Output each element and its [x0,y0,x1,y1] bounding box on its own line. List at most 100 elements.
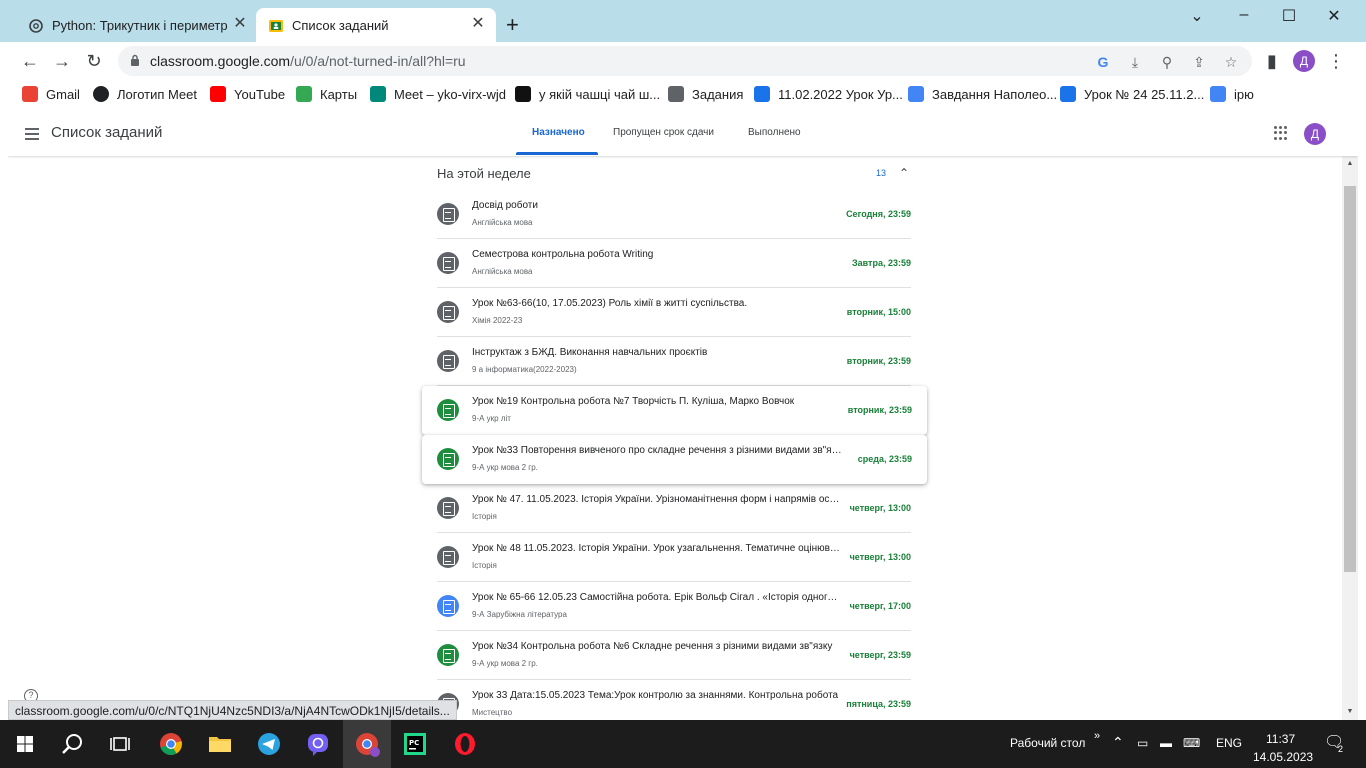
assignment-due-date: среда, 23:59 [857,454,912,464]
page-scrollbar[interactable]: ▲ ▼ [1342,156,1358,720]
link-status-bar: classroom.google.com/u/0/c/NTQ1NjU4Nzc5N… [8,700,457,720]
clock-time[interactable]: 11:37 [1266,732,1295,746]
assignment-icon [437,497,459,519]
section-title: На этой неделе [437,166,531,181]
new-tab-button[interactable]: + [506,14,519,36]
assignment-icon [437,203,459,225]
assignment-course: Мистецтво [472,708,513,717]
section-this-week[interactable]: На этой неделе 13 ⌃ [437,166,911,186]
bookmark-meet-logo[interactable]: Логотип Meet [93,85,197,103]
bookmarks-bar: Gmail Логотип Meet YouTube Карты Meet – … [0,80,1366,108]
assignment-title: Урок № 47. 11.05.2023. Історія України. … [472,494,842,505]
bookmark-youtube[interactable]: YouTube [210,85,285,103]
scroll-up-icon[interactable]: ▲ [1345,160,1355,167]
menu-kebab-icon[interactable]: ⋮ [1325,50,1347,72]
tray-overflow-icon[interactable]: ⌃ [1112,734,1124,751]
windows-start-icon[interactable] [11,730,39,758]
assignment-course: Англійська мова [472,218,533,227]
chevron-up-icon[interactable]: ⌃ [899,166,909,180]
assignment-course: 9-А Зарубіжна література [472,610,567,619]
viber-icon[interactable] [304,730,332,758]
close-tab-icon[interactable]: ✕ [470,16,486,32]
globe-icon [93,86,109,102]
install-app-icon[interactable]: ⤓ [1126,53,1144,71]
pycharm-icon[interactable]: PC [401,730,429,758]
keyboard-icon[interactable]: ⌨ [1183,736,1200,750]
gmail-icon [22,86,38,102]
language-indicator[interactable]: ENG [1216,736,1242,750]
search-icon[interactable] [58,730,86,758]
assignment-row[interactable]: Урок № 65-66 12.05.23 Самостійна робота.… [437,582,911,631]
bookmark-iryu[interactable]: ірю [1210,85,1254,103]
back-icon[interactable]: ← [19,50,41,72]
bookmark-3-icon [515,86,531,102]
minimize-icon[interactable]: – [1232,6,1256,26]
forward-icon[interactable]: → [51,50,73,72]
bookmark-meet-call[interactable]: Meet – yko-virx-wjd [370,85,506,103]
close-window-icon[interactable]: ✕ [1322,6,1346,26]
clock-date[interactable]: 14.05.2023 [1253,750,1313,764]
file-explorer-icon[interactable] [206,730,234,758]
assignment-course: 9-А укр мова 2 гр. [472,463,538,472]
bookmark-lesson-24[interactable]: Урок № 24 25.11.2... [1060,85,1204,103]
bookmark-lesson-11-02[interactable]: 11.02.2022 Урок Ур... [754,85,903,103]
scroll-down-icon[interactable]: ▼ [1345,708,1355,715]
toolbar-expand-icon[interactable]: » [1094,730,1100,742]
assignment-row[interactable]: Урок № 47. 11.05.2023. Історія України. … [437,484,911,533]
opera-icon[interactable] [451,730,479,758]
maximize-icon[interactable]: ☐ [1277,6,1301,26]
browser-tab-python[interactable]: Python: Трикутник і периметр ✕ [8,8,256,42]
assignment-row[interactable]: Урок №33 Повторення вивченого про складн… [422,435,927,484]
assignment-course: 9 а інформатика(2022-2023) [472,365,577,374]
google-icon[interactable]: G [1094,53,1112,71]
battery-icon[interactable]: ▬ [1160,736,1172,750]
apps-grid-icon[interactable] [1274,126,1288,140]
section-count: 13 [876,168,887,178]
bookmark-tea-cup[interactable]: у якій чашці чай ш... [515,85,660,103]
browser-tab-classroom[interactable]: Список заданий ✕ [256,8,496,42]
assignment-title: Інструктаж з БЖД. Виконання навчальних п… [472,347,708,358]
scrollbar-thumb[interactable] [1344,186,1356,572]
chrome-profile-icon [356,733,380,757]
assignment-title: Урок 33 Дата:15.05.2023 Тема:Урок контро… [472,690,839,701]
assignment-row[interactable]: Семестрова контрольна робота Writing Англ… [437,239,911,288]
assignment-due-date: четверг, 13:00 [849,552,911,562]
profile-avatar[interactable]: Д [1293,50,1315,72]
chrome-profile-window[interactable] [343,720,391,768]
share-icon[interactable]: ⇪ [1190,53,1208,71]
bookmark-star-icon[interactable]: ☆ [1222,53,1240,71]
assignment-row[interactable]: Досвід роботи Англійська мова Сегодня, 23:… [437,190,911,239]
account-avatar[interactable]: Д [1304,123,1326,145]
tab-assigned[interactable]: Назначено [532,127,585,138]
close-tab-icon[interactable]: ✕ [232,16,248,32]
network-icon[interactable]: ▭ [1137,736,1148,750]
bookmark-napoleon[interactable]: Завдання Наполео... [908,85,1057,103]
telegram-icon[interactable] [255,730,283,758]
bookmark-tasks[interactable]: Задания [668,85,743,103]
zoom-icon[interactable]: ⚲ [1158,53,1176,71]
assignment-title: Семестрова контрольна робота Writing [472,249,654,260]
assignment-row[interactable]: Урок №19 Контрольна робота №7 Творчість … [422,386,927,435]
tab-search-icon[interactable]: ⌄ [1185,6,1209,26]
chrome-icon[interactable] [157,730,185,758]
assignment-icon [437,399,459,421]
reload-icon[interactable]: ↻ [83,50,105,72]
side-panel-icon[interactable]: ▮ [1261,50,1283,72]
task-view-icon[interactable] [106,730,134,758]
assignment-row[interactable]: Урок №63-66(10, 17.05.2023) Роль хімії в… [437,288,911,337]
tab-missing[interactable]: Пропущен срок сдачи [613,127,714,138]
main-menu-icon[interactable] [25,128,39,140]
bookmark-gmail[interactable]: Gmail [22,85,80,103]
assignment-row[interactable]: Урок № 48 11.05.2023. Історія України. У… [437,533,911,582]
youtube-icon [210,86,226,102]
assignment-row[interactable]: Урок 33 Дата:15.05.2023 Тема:Урок контро… [437,680,911,720]
desktop-toolbar-label[interactable]: Рабочий стол [1010,736,1085,750]
assignment-row[interactable]: Інструктаж з БЖД. Виконання навчальних п… [437,337,911,386]
bookmark-maps[interactable]: Карты [296,85,357,103]
tab-title: Python: Трикутник і периметр [52,18,228,33]
docs-icon [1210,86,1226,102]
address-bar[interactable]: classroom.google.com/u/0/a/not-turned-in… [118,46,1252,76]
tab-done[interactable]: Выполнено [748,127,801,138]
assignment-row[interactable]: Урок №34 Контрольна робота №6 Складне ре… [437,631,911,680]
url-text[interactable]: classroom.google.com/u/0/a/not-turned-in… [150,53,466,69]
